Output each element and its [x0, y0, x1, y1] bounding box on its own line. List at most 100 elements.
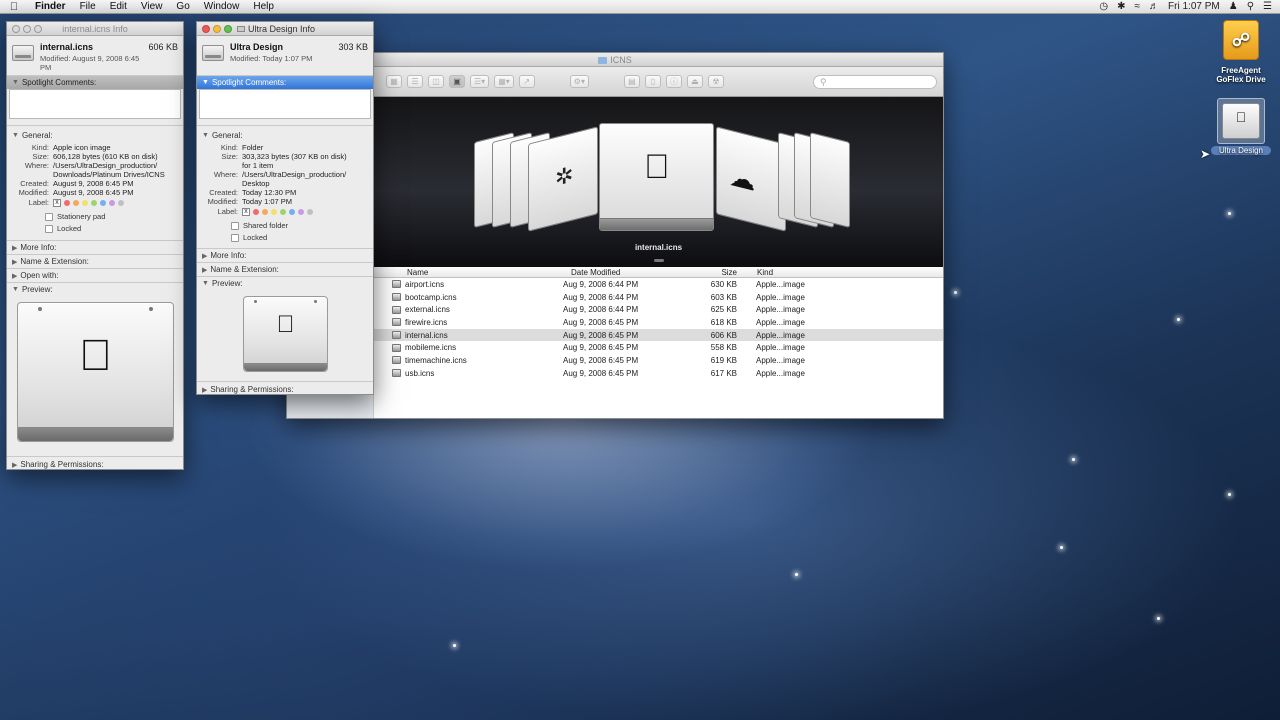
time-machine-icon[interactable]: ◷ [1099, 1, 1108, 12]
label-red-dot[interactable] [253, 208, 259, 215]
coverflow-item-firewire[interactable]: ✲ [528, 126, 598, 232]
arrange-menu-button[interactable]: ☰▾ [470, 75, 490, 88]
clock[interactable]: Fri 1:07 PM [1168, 1, 1220, 12]
spotlight-comments-field[interactable] [9, 89, 181, 119]
column-header-name[interactable]: Name [374, 268, 549, 277]
list-item[interactable]: timemachine.icns Aug 9, 2008 6:45 PM 619 K… [374, 354, 943, 367]
list-item[interactable]: firewire.icns Aug 9, 2008 6:45 PM 618 KB Ap… [374, 316, 943, 329]
burn-button[interactable]: ☢ [707, 75, 724, 88]
stationery-pad-checkbox[interactable]: Stationery pad [45, 212, 179, 221]
label-purple-dot[interactable] [109, 199, 115, 206]
trash-button[interactable]: ▯ [644, 75, 661, 88]
close-button[interactable] [12, 24, 20, 33]
general-disclosure[interactable]: ▼ General: [7, 129, 183, 142]
label-orange-dot[interactable] [73, 199, 79, 206]
label-gray-dot[interactable] [118, 199, 124, 206]
label-none-button[interactable]: x [53, 198, 61, 207]
info-titlebar[interactable]: internal.icns Info [7, 22, 183, 36]
search-field[interactable]: ⚲ [813, 75, 937, 89]
divider [197, 381, 373, 382]
column-header-date[interactable]: Date Modified [549, 268, 681, 277]
desktop-icon-freeagent[interactable]: ☍ FreeAgent GoFlex Drive [1208, 20, 1274, 84]
cover-flow-view[interactable]: ✲  ☁ internal.icns [374, 97, 943, 267]
more-info-disclosure[interactable]: ▶ More Info: [7, 241, 183, 254]
label-yellow-dot[interactable] [271, 208, 277, 215]
label-none-button[interactable]: x [242, 207, 250, 216]
name-extension-disclosure[interactable]: ▶ Name & Extension: [197, 263, 373, 276]
spotlight-comments-disclosure[interactable]: ▼ Spotlight Comments: [197, 76, 373, 89]
label-green-dot[interactable] [91, 199, 97, 206]
locked-checkbox[interactable]: Locked [231, 233, 369, 242]
spotlight-icon[interactable]: ⚲ [1247, 1, 1254, 12]
zoom-button[interactable] [34, 24, 42, 33]
coverflow-view-button[interactable]: ▣ [449, 75, 465, 88]
label-purple-dot[interactable] [298, 208, 304, 215]
bluetooth-icon[interactable]: ✱ [1117, 1, 1125, 12]
menu-app-name[interactable]: Finder [28, 1, 73, 12]
preview-disclosure[interactable]: ▼ Preview: [197, 277, 373, 290]
coverflow-item-internal[interactable]:  [599, 123, 714, 231]
icon-view-button[interactable]: ▦ [386, 75, 402, 88]
coverflow-item[interactable] [810, 132, 850, 228]
field-value: 303,323 bytes (307 KB on disk) [242, 152, 347, 161]
open-with-disclosure[interactable]: ▶ Open with: [7, 269, 183, 282]
share-button[interactable]: ↗ [518, 75, 535, 88]
menu-edit[interactable]: Edit [103, 1, 134, 12]
label-blue-dot[interactable] [100, 199, 106, 206]
list-item[interactable]: bootcamp.icns Aug 9, 2008 6:44 PM 603 KB Ap… [374, 290, 943, 304]
sharing-permissions-disclosure[interactable]: ▶ Sharing & Permissions: [7, 458, 183, 471]
screw [254, 300, 257, 303]
list-item-selected[interactable]: internal.icns Aug 9, 2008 6:45 PM 606 KB Ap… [374, 328, 943, 342]
get-info-button[interactable]: ⓘ [665, 75, 682, 88]
shared-folder-checkbox[interactable]: Shared folder [231, 221, 369, 230]
info-title-text: Ultra Design Info [248, 23, 316, 34]
column-header-kind[interactable]: Kind [737, 268, 817, 277]
sharing-permissions-disclosure[interactable]: ▶ Sharing & Permissions: [197, 383, 373, 396]
field-value: August 9, 2008 6:45 PM [53, 179, 134, 188]
volume-icon[interactable]: ♬ [1149, 1, 1159, 12]
label-blue-dot[interactable] [289, 208, 295, 215]
list-view-button[interactable]: ☰ [407, 75, 423, 88]
label-green-dot[interactable] [280, 208, 286, 215]
finder-titlebar[interactable]: ICNS [287, 53, 943, 67]
label-gray-dot[interactable] [307, 208, 313, 215]
column-view-button[interactable]: ◫ [428, 75, 444, 88]
more-info-disclosure[interactable]: ▶ More Info: [197, 249, 373, 262]
spotlight-comments-field[interactable] [199, 89, 371, 119]
wifi-icon[interactable]: ≈ [1135, 1, 1141, 12]
list-item[interactable]: airport.icns Aug 9, 2008 6:44 PM 630 KB App… [374, 278, 943, 291]
path-button[interactable]: ▤ [623, 75, 640, 88]
menu-go[interactable]: Go [169, 1, 196, 12]
notification-center-icon[interactable]: ☰ [1263, 1, 1272, 12]
disclosure-closed-icon: ▶ [202, 252, 208, 260]
list-item[interactable]: mobileme.icns Aug 9, 2008 6:45 PM 558 KB Ap… [374, 341, 943, 355]
group-menu-button[interactable]: ▦▾ [494, 75, 514, 88]
label-yellow-dot[interactable] [82, 199, 88, 206]
eject-button[interactable]: ⏏ [686, 75, 703, 88]
zoom-button[interactable] [224, 24, 232, 33]
preview-disclosure[interactable]: ▼ Preview: [7, 283, 183, 296]
coverflow-item-mobileme[interactable]: ☁ [716, 126, 786, 232]
minimize-button[interactable] [23, 24, 31, 33]
action-menu-button[interactable]: ⚙▾ [569, 75, 589, 88]
user-icon[interactable]: ♟ [1229, 1, 1238, 12]
column-header-size[interactable]: Size [681, 268, 737, 277]
locked-checkbox[interactable]: Locked [45, 224, 179, 233]
label-orange-dot[interactable] [262, 208, 268, 215]
menu-view[interactable]: View [134, 1, 170, 12]
coverflow-scroller[interactable] [653, 259, 664, 262]
desktop-icon-ultra-design[interactable]:  Ultra Design [1208, 98, 1274, 155]
menu-help[interactable]: Help [246, 1, 281, 12]
name-extension-disclosure[interactable]: ▶ Name & Extension: [7, 255, 183, 268]
apple-menu-icon[interactable]:  [0, 1, 28, 13]
spotlight-comments-disclosure[interactable]: ▼ Spotlight Comments: [7, 76, 183, 89]
label-red-dot[interactable] [64, 199, 70, 206]
menu-file[interactable]: File [73, 1, 103, 12]
list-item[interactable]: usb.icns Aug 9, 2008 6:45 PM 617 KB Apple..… [374, 366, 943, 380]
minimize-button[interactable] [213, 24, 221, 33]
menu-window[interactable]: Window [197, 1, 247, 12]
info-titlebar[interactable]: Ultra Design Info [197, 22, 373, 36]
list-item[interactable]: external.icns Aug 9, 2008 6:44 PM 625 KB Ap… [374, 303, 943, 317]
general-disclosure[interactable]: ▼ General: [197, 129, 373, 142]
close-button[interactable] [202, 24, 210, 33]
